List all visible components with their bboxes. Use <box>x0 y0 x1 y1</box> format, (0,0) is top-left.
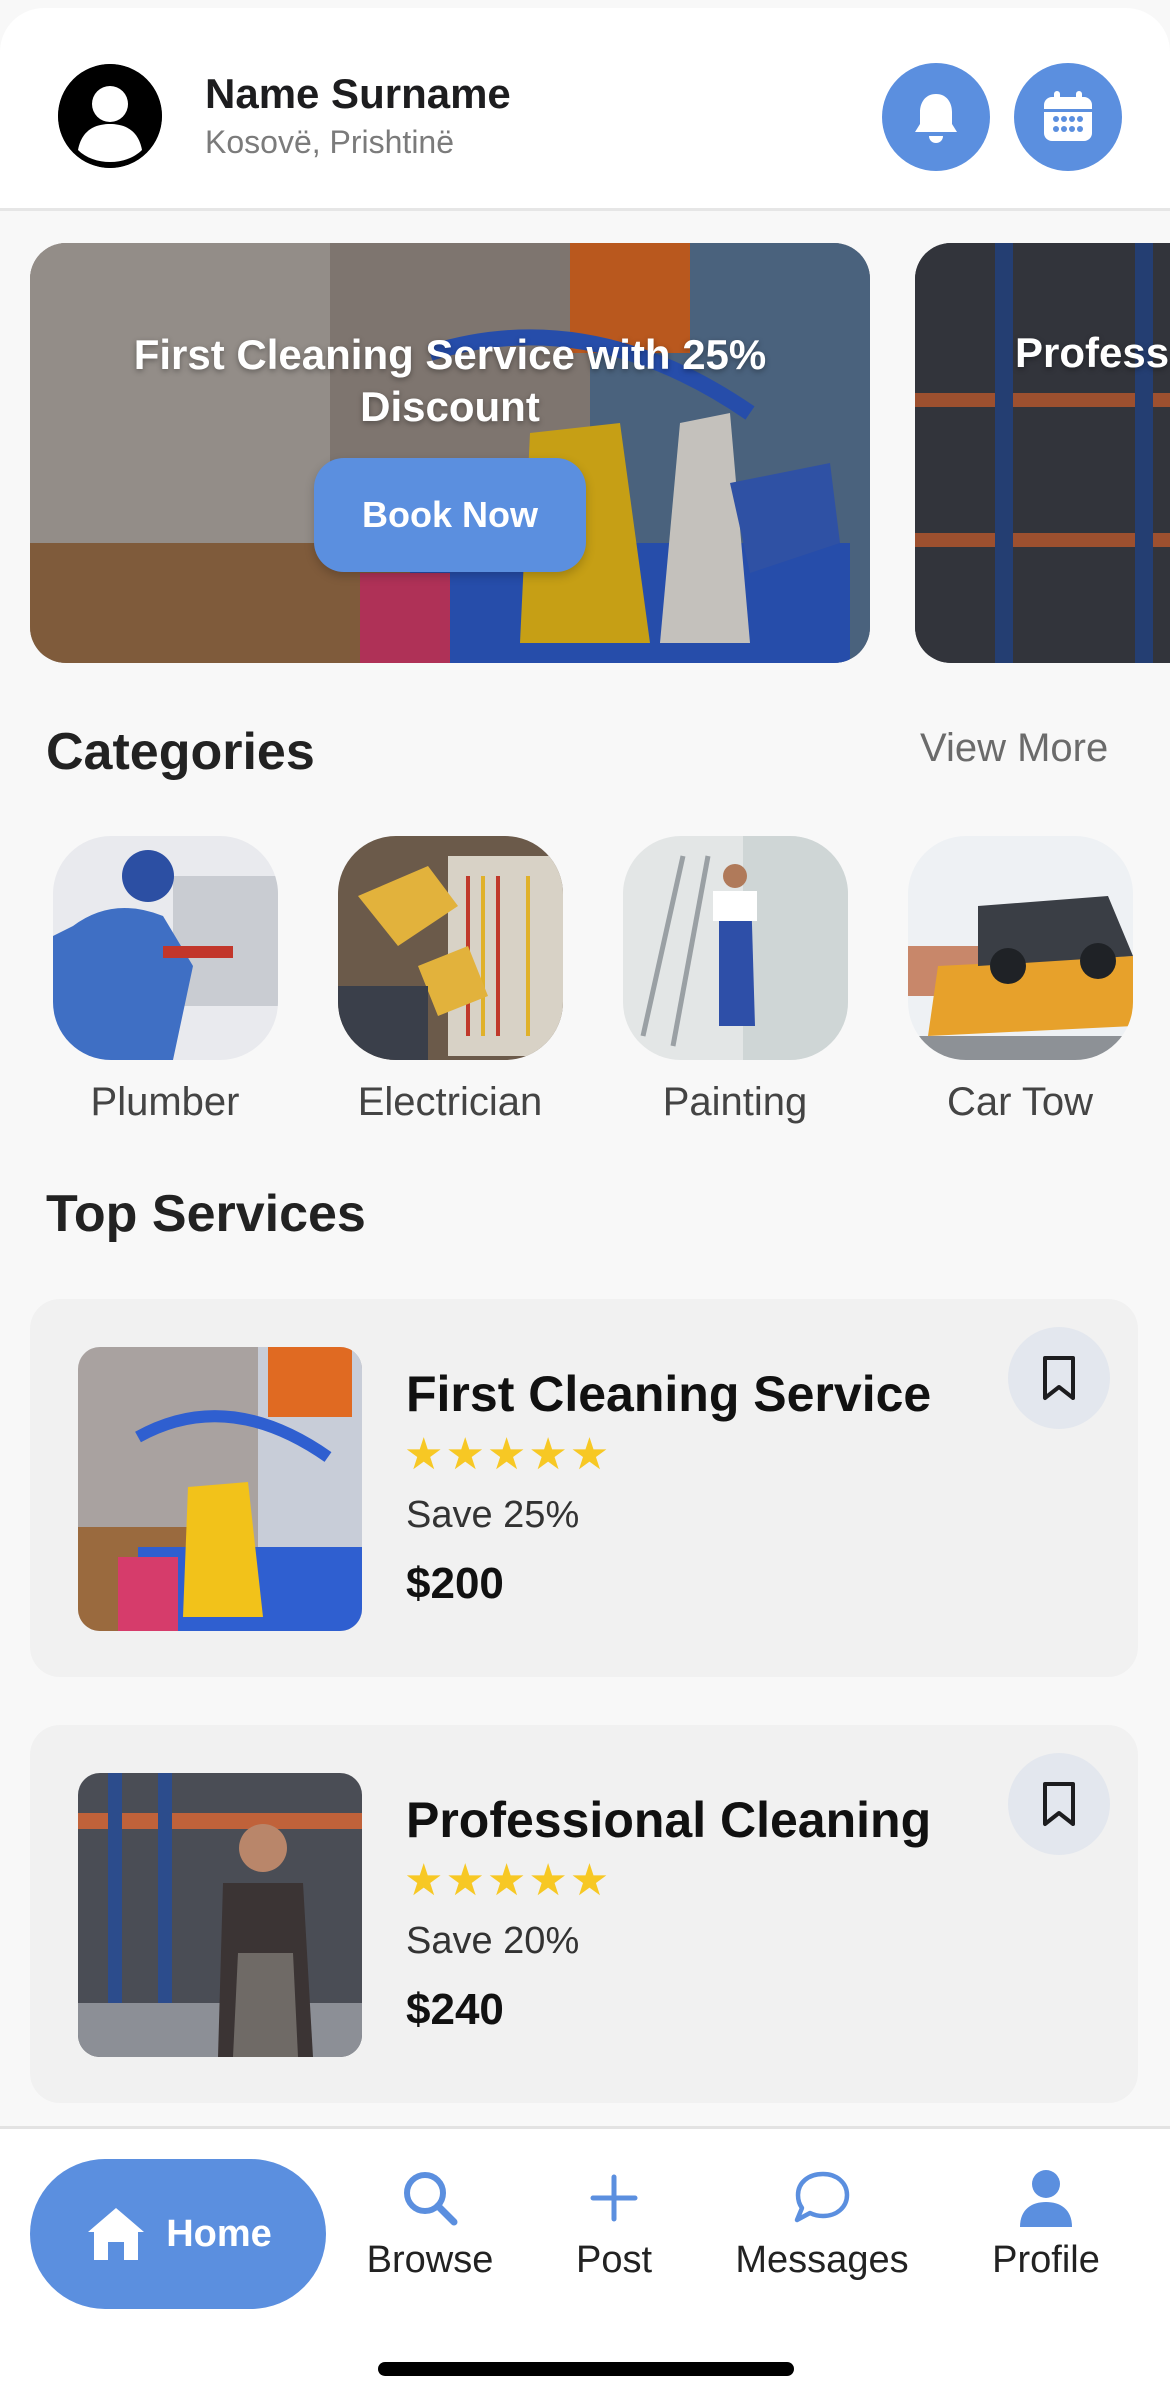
home-icon <box>88 2208 145 2260</box>
plumber-image <box>53 836 278 1060</box>
category-plumber[interactable] <box>53 836 278 1060</box>
nav-browse[interactable]: Browse <box>330 2163 530 2282</box>
bookmark-button[interactable] <box>1008 1327 1110 1429</box>
category-label: Electrician <box>357 1080 543 1124</box>
promo-card[interactable]: Profess <box>915 243 1170 663</box>
notifications-button[interactable] <box>882 63 990 171</box>
bookmark-icon <box>1043 1782 1075 1826</box>
service-discount: Save 25% <box>406 1494 580 1536</box>
service-name: First Cleaning Service <box>406 1366 932 1422</box>
car-tow-image <box>908 836 1133 1060</box>
book-now-button[interactable]: Book Now <box>314 458 586 572</box>
bookmark-icon <box>1043 1356 1075 1400</box>
promo-title: Profess <box>1015 329 1170 376</box>
nav-messages[interactable]: Messages <box>722 2163 922 2282</box>
electrician-image <box>338 836 563 1060</box>
service-price: $240 <box>406 1985 504 2034</box>
rating-stars: ★★★★★ <box>404 1430 612 1479</box>
nav-messages-label: Messages <box>735 2239 909 2281</box>
service-image <box>78 1347 362 1631</box>
person-icon <box>1020 2170 1072 2227</box>
nav-profile-label: Profile <box>992 2239 1100 2281</box>
avatar-person-icon <box>58 64 162 168</box>
category-car-tow[interactable] <box>908 836 1133 1060</box>
cleaning-supplies-image <box>78 1347 362 1631</box>
category-label: Painting <box>662 1080 808 1124</box>
service-discount: Save 20% <box>406 1920 580 1962</box>
nav-profile[interactable]: Profile <box>946 2163 1146 2282</box>
bookmark-button[interactable] <box>1008 1753 1110 1855</box>
workshop-worker-image <box>78 1773 362 2057</box>
categories-title: Categories <box>46 723 315 781</box>
category-label: Plumber <box>90 1080 240 1124</box>
service-card[interactable]: Professional Cleaning ★★★★★ Save 20% $24… <box>30 1725 1138 2103</box>
chat-bubble-icon <box>794 2171 850 2223</box>
category-label: Car Tow <box>947 1080 1093 1124</box>
calendar-button[interactable] <box>1014 63 1122 171</box>
bottom-navigation: Home Browse Post Messages Profile <box>0 2126 1170 2402</box>
home-indicator <box>378 2362 794 2376</box>
nav-browse-label: Browse <box>366 2239 494 2281</box>
avatar[interactable] <box>58 64 162 168</box>
promo-overlay <box>915 243 1170 663</box>
painting-image <box>623 836 848 1060</box>
category-electrician[interactable] <box>338 836 563 1060</box>
category-painting[interactable] <box>623 836 848 1060</box>
promo-card[interactable]: First Cleaning Service with 25% Discount… <box>30 243 870 663</box>
bell-icon <box>915 94 957 143</box>
top-services-title: Top Services <box>46 1185 366 1243</box>
service-name: Professional Cleaning <box>406 1792 932 1848</box>
search-icon <box>404 2172 458 2226</box>
user-name: Name Surname <box>205 70 511 117</box>
nav-home[interactable]: Home <box>30 2159 326 2309</box>
app-header: Name Surname Kosovë, Prishtinë <box>0 8 1170 211</box>
nav-home-label: Home <box>166 2212 272 2255</box>
nav-post[interactable]: Post <box>514 2163 714 2282</box>
user-location: Kosovë, Prishtinë <box>205 124 455 160</box>
service-image <box>78 1773 362 2057</box>
promo-overlay <box>30 243 870 663</box>
calendar-icon <box>1044 91 1092 141</box>
view-more-link[interactable]: View More <box>920 726 1108 771</box>
service-card[interactable]: First Cleaning Service ★★★★★ Save 25% $2… <box>30 1299 1138 1677</box>
nav-post-label: Post <box>575 2239 653 2281</box>
service-price: $200 <box>406 1559 504 1608</box>
plus-icon <box>590 2174 638 2222</box>
rating-stars: ★★★★★ <box>404 1856 612 1905</box>
promo-title: First Cleaning Service with 25% Discount <box>133 331 767 430</box>
